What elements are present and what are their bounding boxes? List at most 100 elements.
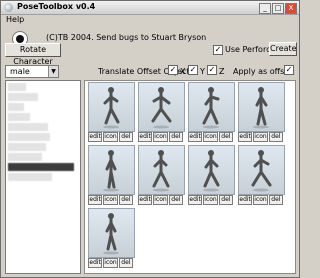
pose-thumbnail-image[interactable] <box>88 208 135 258</box>
character-figure-icon <box>253 87 269 129</box>
icon-button[interactable]: icon <box>253 132 268 142</box>
pose-thumbnail[interactable]: edit icon del <box>138 82 185 143</box>
axis-x-checkbox[interactable]: ✓ <box>168 65 178 75</box>
delete-button[interactable]: del <box>118 132 134 142</box>
pose-list[interactable] <box>5 80 81 274</box>
pose-thumbnail[interactable]: edit icon del <box>188 145 235 206</box>
list-item-selected[interactable] <box>8 163 74 171</box>
thumbnail-actions: edit icon del <box>88 132 134 142</box>
edit-button[interactable]: edit <box>138 195 153 205</box>
pose-thumbnail-grid: edit icon del edit icon del edit icon del edit ico… <box>84 80 296 274</box>
rotate-character-button[interactable]: Rotate Character <box>5 43 61 66</box>
character-figure-icon <box>103 213 119 255</box>
list-item[interactable] <box>8 113 30 121</box>
list-item[interactable] <box>8 143 46 151</box>
window-title: PoseToolbox v0.4 <box>17 2 96 11</box>
delete-button[interactable]: del <box>168 195 184 205</box>
close-button[interactable]: X <box>285 3 297 14</box>
axis-y-label: Y <box>200 67 205 76</box>
list-item[interactable] <box>8 153 42 161</box>
thumbnail-actions: edit icon del <box>138 195 184 205</box>
app-icon <box>4 3 13 12</box>
edit-button[interactable]: edit <box>88 195 103 205</box>
edit-button[interactable]: edit <box>188 132 203 142</box>
use-perforce-checkbox[interactable]: ✓ <box>213 45 223 55</box>
use-perforce-label: Use Perforce <box>225 45 276 54</box>
pose-thumbnail-image[interactable] <box>88 82 135 132</box>
list-item[interactable] <box>8 173 52 181</box>
axis-z-label: Z <box>219 67 225 76</box>
pose-thumbnail[interactable]: edit icon del <box>88 145 135 206</box>
icon-button[interactable]: icon <box>203 132 218 142</box>
character-select[interactable]: male ▼ <box>5 65 59 78</box>
delete-button[interactable]: del <box>218 132 234 142</box>
pose-thumbnail-image[interactable] <box>138 82 185 132</box>
pose-toolbox-window: PoseToolbox v0.4 _ □ X Help (C)TB 2004. … <box>0 0 300 278</box>
pose-thumbnail[interactable]: edit icon del <box>238 145 285 206</box>
character-select-value: male <box>10 67 30 76</box>
character-figure-icon <box>203 150 220 192</box>
menu-help[interactable]: Help <box>6 15 24 24</box>
icon-button[interactable]: icon <box>103 258 118 268</box>
delete-button[interactable]: del <box>118 258 134 268</box>
axis-z-checkbox[interactable]: ✓ <box>207 65 217 75</box>
thumbnail-actions: edit icon del <box>238 195 284 205</box>
delete-button[interactable]: del <box>168 132 184 142</box>
axis-x-label: X <box>180 67 186 76</box>
translate-offset-label: Translate Offset Object: <box>98 67 193 76</box>
pose-thumbnail-image[interactable] <box>238 145 285 195</box>
delete-button[interactable]: del <box>218 195 234 205</box>
delete-button[interactable]: del <box>268 195 284 205</box>
minimize-button[interactable]: _ <box>259 3 271 14</box>
pose-thumbnail[interactable]: edit icon del <box>88 208 135 269</box>
pose-thumbnail[interactable]: edit icon del <box>188 82 235 143</box>
thumbnail-actions: edit icon del <box>188 195 234 205</box>
list-item[interactable] <box>8 83 26 91</box>
edit-button[interactable]: edit <box>238 195 253 205</box>
list-item[interactable] <box>8 133 50 141</box>
edit-button[interactable]: edit <box>138 132 153 142</box>
menu-bar: Help <box>1 15 299 25</box>
icon-button[interactable]: icon <box>103 132 118 142</box>
character-figure-icon <box>103 87 120 129</box>
icon-button[interactable]: icon <box>203 195 218 205</box>
pose-thumbnail[interactable]: edit icon del <box>138 145 185 206</box>
create-button[interactable]: Create <box>269 42 297 56</box>
list-item[interactable] <box>8 123 48 131</box>
pose-thumbnail-image[interactable] <box>138 145 185 195</box>
icon-button[interactable]: icon <box>253 195 268 205</box>
axis-y-checkbox[interactable]: ✓ <box>188 65 198 75</box>
maximize-button[interactable]: □ <box>272 3 284 14</box>
edit-button[interactable]: edit <box>88 258 103 268</box>
thumbnail-actions: edit icon del <box>238 132 284 142</box>
icon-button[interactable]: icon <box>153 132 168 142</box>
chevron-down-icon[interactable]: ▼ <box>48 66 58 77</box>
pose-thumbnail-image[interactable] <box>188 145 235 195</box>
thumbnail-actions: edit icon del <box>188 132 234 142</box>
thumbnail-actions: edit icon del <box>88 195 134 205</box>
list-item[interactable] <box>8 103 24 111</box>
character-figure-icon <box>202 87 220 129</box>
character-figure-icon <box>251 150 272 192</box>
icon-button[interactable]: icon <box>153 195 168 205</box>
list-item[interactable] <box>8 93 38 101</box>
character-figure-icon <box>151 87 172 129</box>
edit-button[interactable]: edit <box>238 132 253 142</box>
delete-button[interactable]: del <box>118 195 134 205</box>
edit-button[interactable]: edit <box>188 195 203 205</box>
thumbnail-actions: edit icon del <box>138 132 184 142</box>
pose-thumbnail[interactable]: edit icon del <box>238 82 285 143</box>
apply-offset-checkbox[interactable]: ✓ <box>284 65 294 75</box>
thumbnail-actions: edit icon del <box>88 258 134 268</box>
credits-text: (C)TB 2004. Send bugs to Stuart Bryson <box>46 33 207 42</box>
pose-thumbnail-image[interactable] <box>238 82 285 132</box>
pose-thumbnail-image[interactable] <box>88 145 135 195</box>
pose-thumbnail-image[interactable] <box>188 82 235 132</box>
character-figure-icon <box>103 150 119 192</box>
pose-thumbnail[interactable]: edit icon del <box>88 82 135 143</box>
edit-button[interactable]: edit <box>88 132 103 142</box>
title-bar: PoseToolbox v0.4 _ □ X <box>1 1 299 15</box>
delete-button[interactable]: del <box>268 132 284 142</box>
icon-button[interactable]: icon <box>103 195 118 205</box>
character-figure-icon <box>152 150 170 192</box>
